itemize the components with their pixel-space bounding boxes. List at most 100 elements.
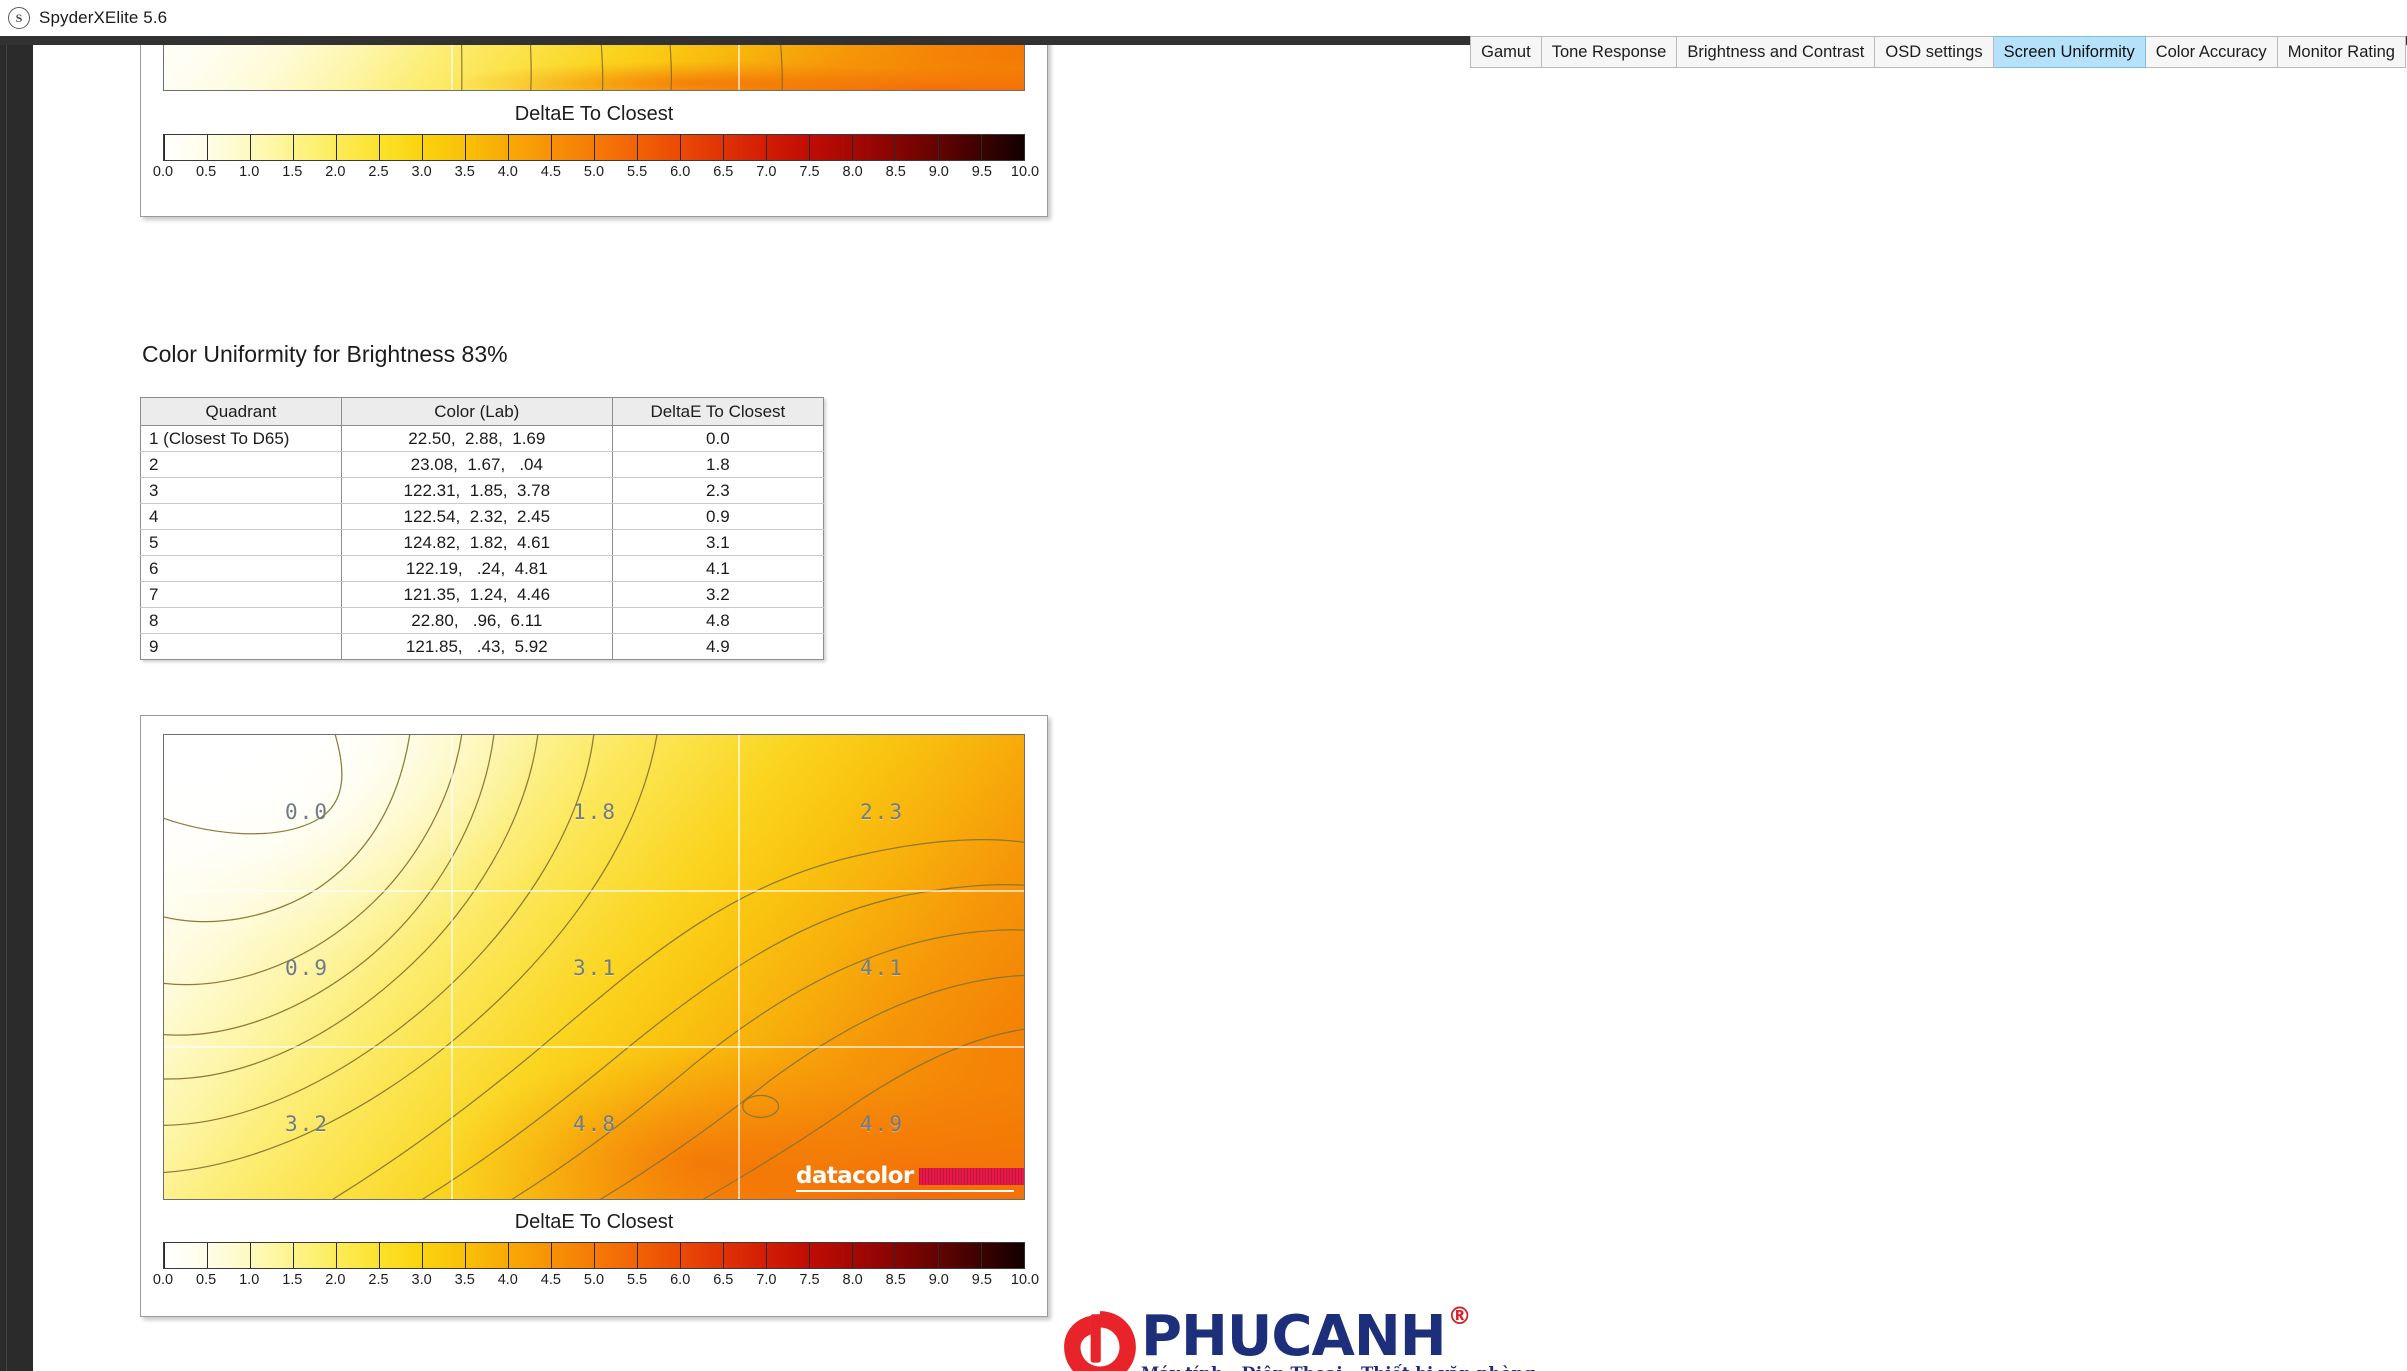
cell-delta-e: 4.9	[611, 633, 825, 660]
top-legend: DeltaE To Closest 0.0 0.5 1.0 1.5 2.0 2.5 3.0 3…	[153, 103, 1039, 184]
table-head: Quadrant Color (Lab) DeltaE To Closest	[140, 397, 825, 426]
colorbar-tick	[422, 135, 423, 160]
table-row: 7 121.35, 1.24, 4.46 3.2	[140, 581, 825, 608]
tab-screen-uniformity[interactable]: Screen Uniformity	[1993, 36, 2146, 68]
colorbar-tick	[336, 135, 337, 160]
tab-label: Monitor Rating	[2287, 42, 2395, 61]
quadrant-label-7: 3.2	[285, 1112, 329, 1136]
colorbar-tick	[1024, 1243, 1025, 1268]
tab-tone-response[interactable]: Tone Response	[1541, 36, 1678, 68]
cell-delta-e: 3.2	[611, 581, 825, 608]
color-uniformity-table: Quadrant Color (Lab) DeltaE To Closest 1…	[140, 397, 825, 660]
colorbar-tick-label: 1.0	[239, 164, 260, 180]
tab-osd-settings[interactable]: OSD settings	[1875, 36, 1994, 68]
tab-brightness-and-contrast[interactable]: Brightness and Contrast	[1677, 36, 1876, 68]
colorbar-tick-label: 7.5	[799, 164, 820, 180]
top-contour-chart	[163, 45, 1025, 91]
colorbar-tick-label: 0.5	[196, 1272, 217, 1288]
cell-color-lab: 121.35, 1.24, 4.46	[340, 581, 613, 608]
quadrant-label-9: 4.9	[860, 1112, 904, 1136]
colorbar-tick	[379, 1243, 380, 1268]
colorbar-tick-label: 0.5	[196, 164, 217, 180]
cell-color-lab: 122.31, 1.85, 3.78	[340, 477, 613, 504]
colorbar-tick	[637, 1243, 638, 1268]
colorbar-tick	[938, 1243, 939, 1268]
colorbar-tick	[508, 1243, 509, 1268]
datacolor-logo: datacolor	[796, 1165, 1024, 1192]
quadrant-label-1: 0.0	[285, 800, 329, 824]
colorbar-tick	[852, 1243, 853, 1268]
colorbar-tick-label: 5.5	[627, 1272, 648, 1288]
colorbar-tick-label: 6.5	[713, 1272, 734, 1288]
table-body: 1 (Closest To D65) 22.50, 2.88, 1.69 0.0 2 2…	[140, 425, 825, 660]
tab-gamut[interactable]: Gamut	[1470, 36, 1542, 68]
colorbar-tick-label: 9.5	[971, 1272, 992, 1288]
colorbar-tick-label: 7.0	[756, 1272, 777, 1288]
cell-quadrant: 4	[140, 503, 342, 530]
colorbar-tick-label: 2.5	[368, 164, 389, 180]
quadrant-label-3: 2.3	[860, 800, 904, 824]
col-header-quadrant: Quadrant	[140, 397, 342, 426]
tab-label: Color Accuracy	[2155, 42, 2267, 61]
colorbar-tick-label: 8.0	[842, 164, 863, 180]
quadrant-label-8: 4.8	[573, 1112, 617, 1136]
page-title: Color Uniformity for Brightness 83%	[142, 341, 508, 367]
top-legend-ticks: 0.0 0.5 1.0 1.5 2.0 2.5 3.0 3.5 4.0 4.5 5.0 5.5 6.0 6…	[153, 164, 1039, 184]
colorbar-tick	[766, 135, 767, 160]
colorbar-tick	[895, 135, 896, 160]
top-contour-map	[163, 45, 1025, 91]
cell-delta-e: 3.1	[611, 529, 825, 556]
colorbar-tick	[594, 135, 595, 160]
cell-delta-e: 0.9	[611, 503, 825, 530]
colorbar-tick	[207, 135, 208, 160]
colorbar-tick	[465, 1243, 466, 1268]
legend-title: DeltaE To Closest	[514, 1211, 674, 1233]
title-bar: S SpyderXElite 5.6	[0, 0, 2407, 36]
colorbar-tick	[293, 1243, 294, 1268]
colorbar-tick-label: 1.0	[239, 1272, 260, 1288]
colorbar-tick	[250, 1243, 251, 1268]
report-page: DeltaE To Closest 0.0 0.5 1.0 1.5 2.0 2.5 3.0 3…	[33, 45, 2407, 1371]
cell-quadrant: 5	[140, 529, 342, 556]
colorbar-tick-label: 7.5	[799, 1272, 820, 1288]
datacolor-underline	[796, 1190, 1014, 1192]
colorbar-tick	[164, 1243, 165, 1268]
app-window: S SpyderXElite 5.6 Gamut Tone Response Bri…	[0, 0, 2407, 1371]
tab-color-accuracy[interactable]: Color Accuracy	[2145, 36, 2278, 68]
window-title: SpyderXElite 5.6	[39, 8, 168, 27]
colorbar-tick	[336, 1243, 337, 1268]
colorbar-tick-label: 10.0	[1010, 1272, 1040, 1288]
tab-label: OSD settings	[1885, 42, 1983, 61]
phucanh-text-block: PHUCANH ® Máy tính - Điện Thoại - Thiết …	[1141, 1304, 1535, 1371]
cell-color-lab: 124.82, 1.82, 4.61	[340, 529, 613, 556]
datacolor-wordmark: datacolor	[796, 1163, 914, 1189]
colorbar-tick-label: 9.5	[971, 164, 992, 180]
colorbar-tick-label: 6.0	[670, 164, 691, 180]
colorbar-tick-label: 4.0	[497, 1272, 518, 1288]
colorbar-tick-label: 0.0	[152, 164, 174, 180]
colorbar-tick	[766, 1243, 767, 1268]
tab-monitor-rating[interactable]: Monitor Rating	[2277, 36, 2406, 68]
colorbar-tick	[723, 1243, 724, 1268]
colorbar-tick	[981, 1243, 982, 1268]
colorbar-tick	[723, 135, 724, 160]
colorbar-tick	[207, 1243, 208, 1268]
cell-color-lab: 23.08, 1.67, .04	[340, 451, 613, 478]
colorbar-tick-label: 4.5	[540, 1272, 561, 1288]
gridline-v2	[738, 735, 740, 1199]
colorbar-tick-label: 2.0	[325, 1272, 346, 1288]
colorbar-tick	[852, 135, 853, 160]
colorbar-tick	[250, 135, 251, 160]
colorbar-tick-label: 6.5	[713, 164, 734, 180]
datacolor-logo-row: datacolor	[796, 1163, 1024, 1189]
tab-label: Brightness and Contrast	[1687, 42, 1865, 61]
gridline-v1	[451, 735, 453, 1199]
cell-color-lab: 122.54, 2.32, 2.45	[340, 503, 613, 530]
colorbar-tick-label: 10.0	[1010, 164, 1040, 180]
colorbar-tick-label: 3.0	[411, 1272, 432, 1288]
table-row: 8 22.80, .96, 6.11 4.8	[140, 607, 825, 634]
colorbar-tick-label: 3.0	[411, 164, 432, 180]
viewer-left-gutter	[0, 45, 33, 1371]
phucanh-mark-svg	[1064, 1311, 1136, 1371]
colorbar-tick	[293, 135, 294, 160]
